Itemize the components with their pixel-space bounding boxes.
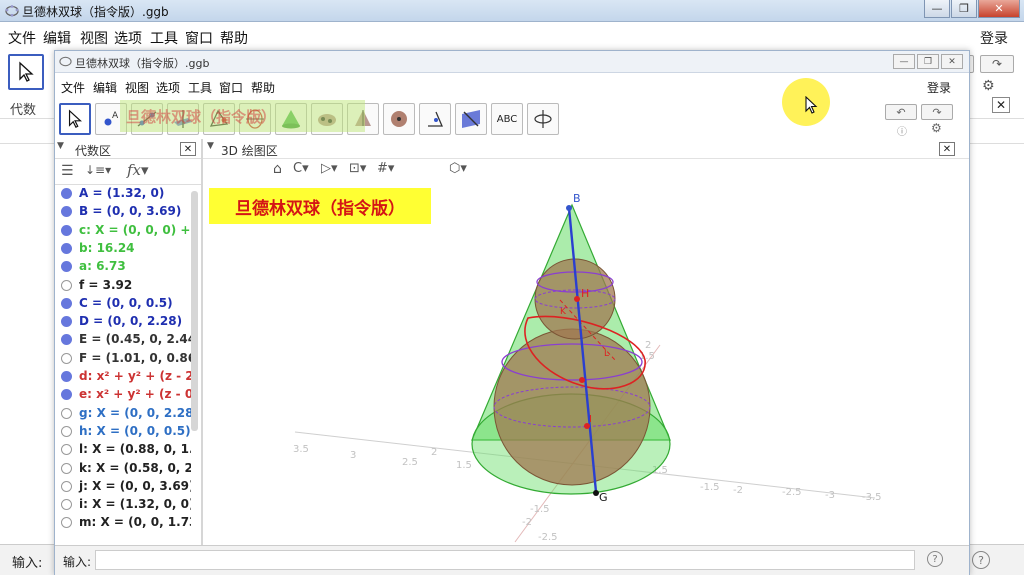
tick-left-2: 3 [350, 450, 356, 461]
point-B[interactable] [566, 205, 572, 211]
tick-lr-2: -2 [733, 485, 743, 496]
tick-lr-4: -3 [825, 490, 835, 501]
lower-sphere-body [493, 328, 651, 486]
tick-ll-1: -1.5 [530, 504, 550, 515]
point-L[interactable] [579, 377, 585, 383]
tick-up-2: 2 [645, 340, 651, 351]
banner-text: 旦德林双球（指令版） [235, 198, 405, 219]
point-H[interactable] [574, 296, 580, 302]
tick-lr-3: -2.5 [782, 487, 802, 498]
label-H: H [581, 287, 589, 300]
title-banner: 旦德林双球（指令版） [209, 188, 431, 224]
tick-lr-5: -3.5 [862, 492, 882, 503]
ghost-title-banner: 旦德林双球（指令版） [120, 100, 365, 132]
label-G: G [599, 491, 608, 504]
lower-sphere [493, 328, 651, 486]
3d-graphics-scene[interactable]: 3.5 3 2.5 2 1.5 -1.5 -2 -2.5 -3 -3.5 -1.… [0, 0, 1024, 575]
tick-ll-3: -2.5 [538, 532, 558, 543]
label-B: B [573, 192, 581, 205]
mouse-pointer-icon [805, 96, 818, 114]
tick-left-4: 2 [431, 447, 437, 458]
label-L: L [604, 349, 609, 359]
tick-ll-2: -2 [522, 517, 532, 528]
ghost-banner-text: 旦德林双球（指令版） [126, 107, 277, 126]
tick-left-1: 3.5 [293, 444, 309, 455]
tick-left-5: 1.5 [456, 460, 472, 471]
tick-left-3: 2.5 [402, 457, 418, 468]
label-I: I [589, 414, 592, 425]
tick-lr-1: -1.5 [700, 482, 720, 493]
